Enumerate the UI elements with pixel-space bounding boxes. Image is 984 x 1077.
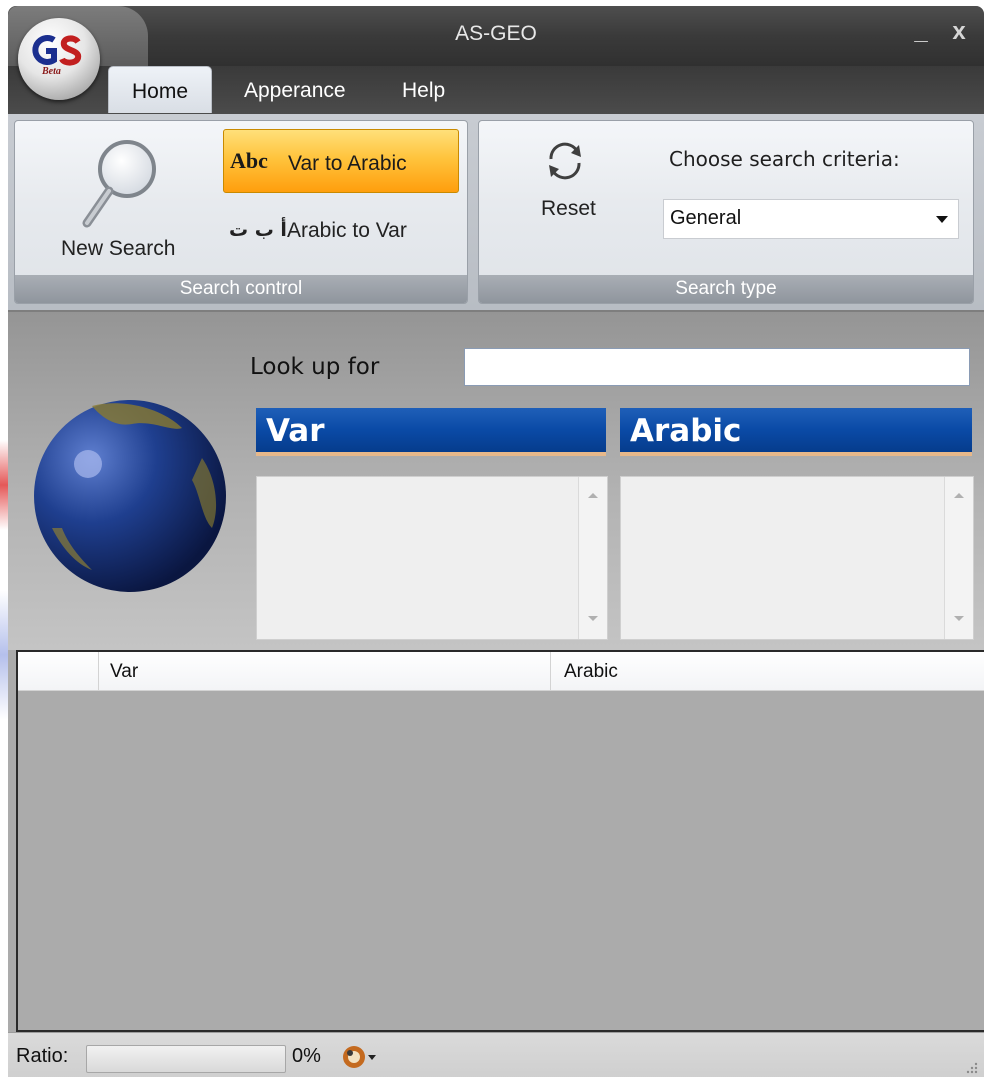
arabic-listbox[interactable] xyxy=(620,476,974,640)
minimize-button[interactable]: _ xyxy=(906,18,936,46)
app-logo-icon xyxy=(32,35,82,66)
lookup-input[interactable] xyxy=(464,348,970,386)
scroll-up-icon[interactable] xyxy=(954,493,964,498)
close-button[interactable]: x xyxy=(944,18,974,46)
search-type-group: Reset Choose search criteria: General Se… xyxy=(478,120,974,304)
search-type-group-label: Search type xyxy=(479,275,973,303)
window-title: AS-GEO xyxy=(455,22,537,45)
abc-icon: Abc xyxy=(230,148,268,173)
search-control-group-label: Search control xyxy=(15,275,467,303)
var-to-arabic-button[interactable]: Abc Var to Arabic xyxy=(223,129,459,193)
ratio-label: Ratio: xyxy=(16,1045,69,1067)
arabic-to-var-label: Arabic to Var xyxy=(287,219,407,242)
new-search-label: New Search xyxy=(61,237,176,260)
scroll-down-icon[interactable] xyxy=(588,616,598,621)
status-dropdown-icon[interactable] xyxy=(340,1043,376,1071)
globe-icon xyxy=(34,400,226,592)
scroll-up-icon[interactable] xyxy=(588,493,598,498)
grid-column-var[interactable]: Var xyxy=(100,652,551,690)
grid-column-arabic[interactable]: Arabic xyxy=(554,652,984,690)
new-search-button[interactable]: New Search xyxy=(27,127,207,267)
app-logo-subtitle: Beta xyxy=(42,66,61,77)
grid-corner-cell[interactable] xyxy=(18,652,99,690)
grid-header: Var Arabic xyxy=(18,652,984,691)
arabic-column-header: Arabic xyxy=(620,408,972,456)
ribbon-tab-row: Home Apperance Help xyxy=(8,66,984,114)
tab-apperance[interactable]: Apperance xyxy=(230,66,360,112)
results-grid[interactable]: Var Arabic xyxy=(16,650,984,1032)
arabic-letters-icon: أ ب ت xyxy=(229,219,287,241)
tab-help[interactable]: Help xyxy=(388,66,459,112)
search-criteria-label: Choose search criteria: xyxy=(669,147,900,171)
lookup-panel: Look up for Var Arabic xyxy=(8,312,984,650)
var-listbox[interactable] xyxy=(256,476,608,640)
lookup-label: Look up for xyxy=(250,354,380,380)
arabic-listbox-scrollbar[interactable] xyxy=(944,477,973,639)
tab-home[interactable]: Home xyxy=(108,66,212,113)
title-bar: AS-GEO _ x xyxy=(8,6,984,70)
ratio-percent: 0% xyxy=(292,1045,321,1067)
status-bar: Ratio: 0% xyxy=(8,1032,984,1077)
app-window: AS-GEO _ x Beta Home Apperance Help New … xyxy=(8,6,984,1077)
reset-label: Reset xyxy=(541,197,596,220)
scroll-down-icon[interactable] xyxy=(954,616,964,621)
ribbon: New Search Abc Var to Arabic أ ب ت Arabi… xyxy=(8,114,984,312)
dropdown-arrow-icon xyxy=(936,216,948,223)
search-criteria-value: General xyxy=(670,207,742,229)
var-listbox-scrollbar[interactable] xyxy=(578,477,607,639)
var-to-arabic-label: Var to Arabic xyxy=(288,152,407,175)
ratio-progress-bar xyxy=(86,1045,286,1073)
var-column-header: Var xyxy=(256,408,606,456)
app-menu-button[interactable]: Beta xyxy=(18,18,100,100)
arabic-to-var-button[interactable]: أ ب ت Arabic to Var xyxy=(223,199,457,259)
search-control-group: New Search Abc Var to Arabic أ ب ت Arabi… xyxy=(14,120,468,304)
resize-grip-icon[interactable] xyxy=(966,1062,978,1074)
search-criteria-select[interactable]: General xyxy=(663,199,959,239)
magnifier-icon xyxy=(82,140,156,228)
refresh-icon xyxy=(549,142,581,180)
reset-button[interactable]: Reset xyxy=(519,137,619,247)
